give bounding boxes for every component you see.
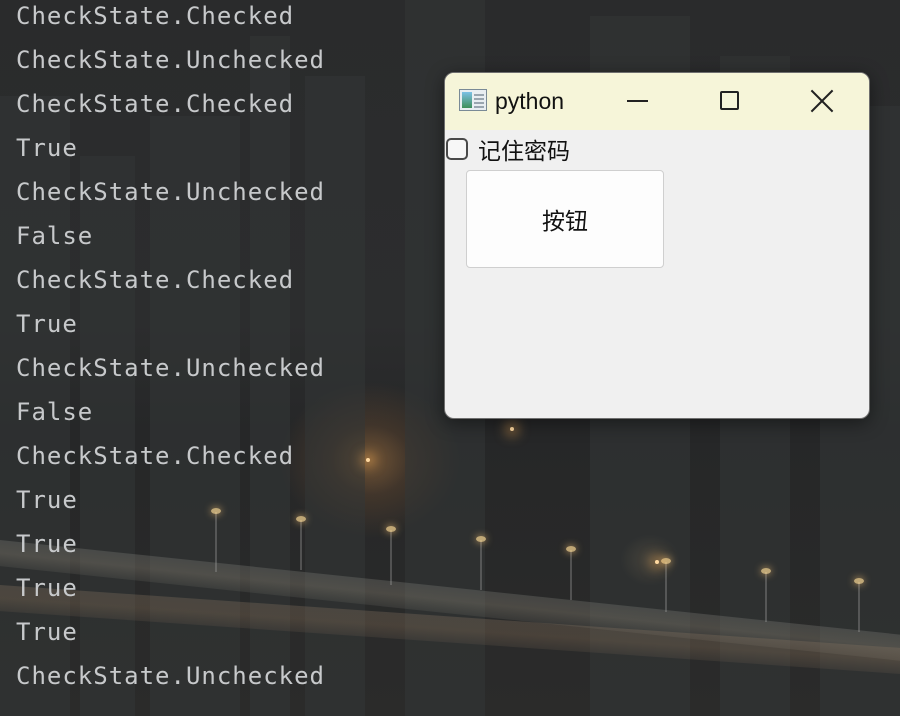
console-line: CheckState.Unchecked: [16, 178, 325, 206]
python-app-icon: [459, 89, 487, 111]
window-title: python: [495, 88, 565, 114]
wallpaper-light: [655, 560, 659, 564]
maximize-icon: [720, 91, 739, 110]
remember-password-checkbox[interactable]: 记住密码: [445, 133, 570, 165]
console-line: True: [16, 618, 78, 646]
wallpaper-light: [510, 427, 514, 431]
checkbox-indicator[interactable]: [446, 138, 468, 160]
console-line: CheckState.Checked: [16, 90, 295, 118]
wallpaper-lamp: [661, 558, 671, 612]
console-line: CheckState.Unchecked: [16, 354, 325, 382]
wallpaper-lamp: [566, 546, 576, 600]
minimize-button[interactable]: [591, 73, 683, 130]
wallpaper-lamp: [476, 536, 486, 590]
checkbox-label: 记住密码: [478, 138, 570, 164]
close-button[interactable]: [775, 73, 867, 130]
console-line: True: [16, 486, 78, 514]
console-line: True: [16, 530, 78, 558]
wallpaper-light: [366, 458, 370, 462]
console-line: True: [16, 574, 78, 602]
push-button[interactable]: 按钮: [466, 170, 664, 268]
console-line: CheckState.Unchecked: [16, 46, 325, 74]
console-line: True: [16, 310, 78, 338]
window-titlebar[interactable]: python: [445, 73, 869, 130]
console-line: True: [16, 134, 78, 162]
wallpaper-lamp: [854, 578, 864, 632]
minimize-icon: [627, 100, 648, 102]
console-output: CheckState.Checked CheckState.Unchecked …: [16, 0, 325, 704]
python-window: python 记住密码 按钮: [444, 72, 870, 419]
close-icon: [810, 89, 834, 113]
console-line: CheckState.Checked: [16, 2, 295, 30]
console-line: CheckState.Checked: [16, 266, 295, 294]
console-line: CheckState.Unchecked: [16, 662, 325, 690]
console-line: False: [16, 222, 94, 250]
wallpaper-lamp: [761, 568, 771, 622]
console-line: False: [16, 398, 94, 426]
wallpaper-lamp: [386, 526, 396, 585]
console-line: CheckState.Checked: [16, 442, 295, 470]
maximize-button[interactable]: [683, 73, 775, 130]
